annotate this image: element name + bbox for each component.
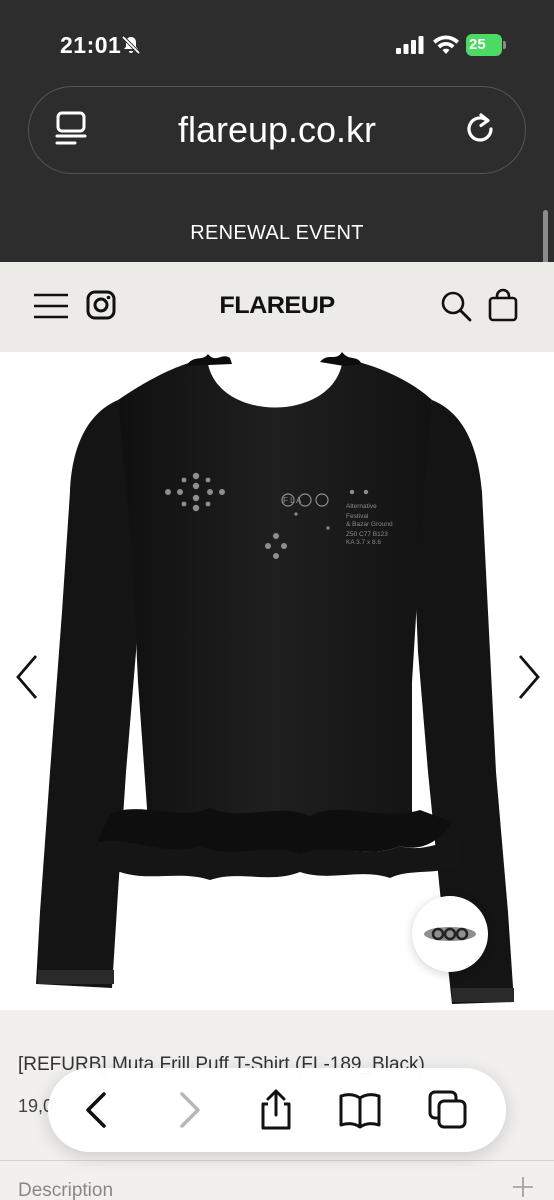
battery-indicator: 25 <box>466 34 506 56</box>
shirt-print-line-1: Alternative <box>346 503 377 510</box>
status-time: 21:01 <box>60 32 122 58</box>
forward-arrow-icon[interactable] <box>166 1088 210 1132</box>
status-bar: 21:01 25 <box>0 0 554 88</box>
url-bar[interactable]: flareup.co.kr <box>28 86 526 174</box>
battery-level: 25 <box>469 36 486 53</box>
bookmarks-icon[interactable] <box>338 1088 382 1132</box>
shirt-print-line-4: Z50 C77 B123 <box>346 531 388 538</box>
shirt-print-line-5: KA 3.7 x 8.6 <box>346 539 381 546</box>
renewal-event-banner[interactable]: RENEWAL EVENT <box>0 222 554 245</box>
back-arrow-icon[interactable] <box>76 1088 120 1132</box>
divider <box>0 1160 554 1161</box>
cellular-signal-icon <box>396 36 424 54</box>
url-text[interactable]: flareup.co.kr <box>109 109 445 151</box>
browser-bottom-toolbar <box>48 1068 506 1152</box>
battery-icon: 25 <box>466 34 502 56</box>
chat-widget-icon <box>424 927 476 941</box>
shirt-print-line-3: & Bazar Ground <box>346 521 393 528</box>
reload-icon[interactable] <box>461 109 501 149</box>
carousel-prev-arrow-icon[interactable] <box>10 652 44 702</box>
description-accordion-label[interactable]: Description <box>18 1180 113 1200</box>
bell-slash-icon <box>121 35 141 55</box>
battery-cap <box>503 41 506 49</box>
shopping-bag-icon[interactable] <box>488 288 518 322</box>
shirt-print-line-2: Festival <box>346 513 369 520</box>
reader-mode-icon[interactable] <box>53 109 93 149</box>
search-icon[interactable] <box>440 290 472 322</box>
product-image-carousel[interactable]: F L A Alternative Festival & Bazar Groun… <box>0 352 554 1010</box>
share-icon[interactable] <box>254 1088 298 1132</box>
wifi-icon <box>433 35 459 54</box>
plus-icon[interactable] <box>512 1176 534 1198</box>
chat-widget-button[interactable] <box>412 896 488 972</box>
carousel-next-arrow-icon[interactable] <box>512 652 546 702</box>
browser-chrome: 21:01 25 flareup.co.kr RENEWAL EVENT <box>0 0 554 262</box>
shirt-logo-mark: F L A <box>283 496 302 505</box>
site-header: FLAREUP <box>0 262 554 352</box>
tabs-icon[interactable] <box>426 1088 470 1132</box>
